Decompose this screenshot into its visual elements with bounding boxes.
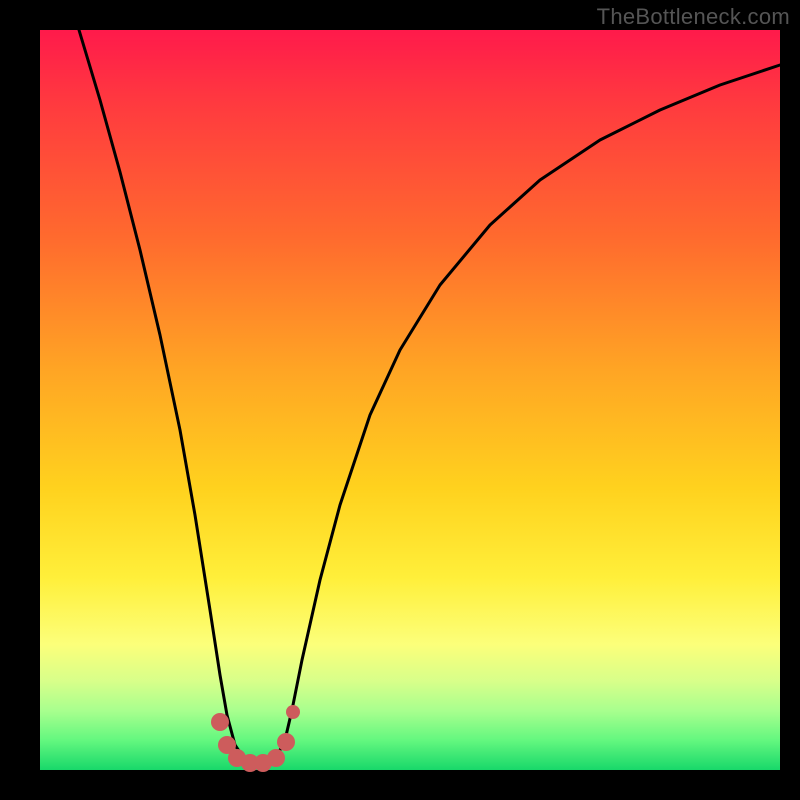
chart-frame: TheBottleneck.com [0, 0, 800, 800]
plot-area [40, 30, 780, 770]
curve-layer [40, 30, 780, 770]
bottleneck-curve [79, 30, 780, 765]
curve-marker [286, 705, 300, 719]
marker-group [211, 705, 300, 772]
curve-marker [277, 733, 295, 751]
watermark-text: TheBottleneck.com [597, 4, 790, 30]
curve-marker [267, 749, 285, 767]
curve-marker [211, 713, 229, 731]
